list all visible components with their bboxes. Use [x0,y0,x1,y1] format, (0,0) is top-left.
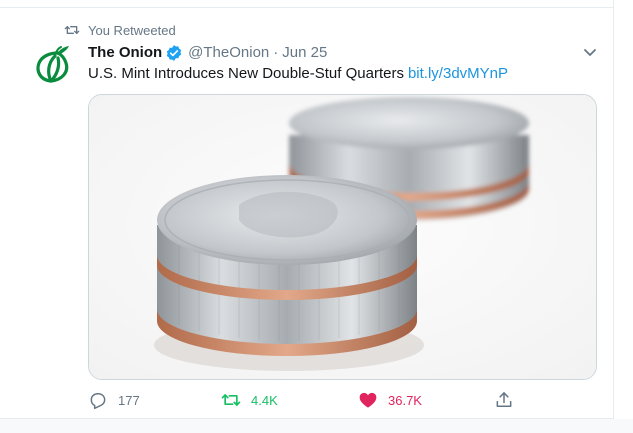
chevron-down-icon [584,49,596,56]
like-count: 36.7K [388,392,422,408]
right-divider [613,0,614,433]
more-options-button[interactable] [580,42,600,62]
tweet-actions: 177 4.4K 36.7K [88,390,518,412]
tweet-card[interactable]: You Retweeted The Onion @TheOnion · Jun … [0,0,633,433]
retweet-icon [221,390,241,410]
reply-icon [88,390,108,410]
next-tweet-edge [0,419,633,433]
tweet-text: U.S. Mint Introduces New Double-Stuf Qua… [88,64,508,84]
retweet-context[interactable]: You Retweeted [64,22,176,38]
tweet-header: The Onion @TheOnion · Jun 25 [88,43,327,63]
top-divider [0,7,614,8]
header-separator: · [273,44,279,61]
retweet-button[interactable]: 4.4K [221,390,278,410]
retweet-icon [64,22,80,38]
onion-logo-avatar[interactable] [33,44,73,84]
reply-button[interactable]: 177 [88,390,140,410]
retweet-count: 4.4K [251,392,278,408]
tweet-body: U.S. Mint Introduces New Double-Stuf Qua… [88,65,404,82]
share-icon [494,390,514,410]
author-display-name[interactable]: The Onion [88,43,162,63]
verified-badge-icon [165,44,183,62]
tweet-link[interactable]: bit.ly/3dvMYnP [408,65,508,82]
tweet-media-photo[interactable] [88,94,597,380]
retweet-context-label: You Retweeted [88,22,176,38]
heart-icon [358,390,378,410]
share-button[interactable] [494,390,524,410]
reply-count: 177 [118,392,140,408]
tweet-date[interactable]: Jun 25 [282,43,327,63]
like-button[interactable]: 36.7K [358,390,422,410]
stacked-quarters-photo [89,95,596,379]
author-handle[interactable]: @TheOnion [188,43,269,63]
onion-logo-icon [36,46,69,83]
